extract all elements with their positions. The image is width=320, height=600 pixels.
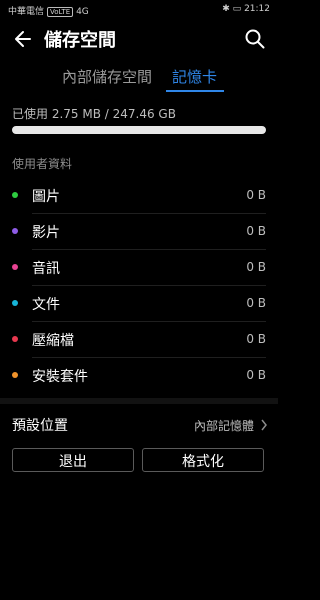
page-title: 儲存空間 — [44, 30, 116, 51]
category-label: 壓縮檔 — [32, 333, 74, 349]
status-right: ✱ ▭ 21:12 — [222, 4, 270, 14]
category-label: 安裝套件 — [32, 369, 88, 385]
category-size: 0 B — [246, 224, 266, 238]
category-dot — [12, 336, 18, 342]
chevron-right-icon — [261, 419, 267, 431]
category-row-archives[interactable]: 壓縮檔 0 B — [0, 322, 278, 358]
storage-tabs: 內部儲存空間 記憶卡 — [0, 62, 278, 92]
format-button[interactable]: 格式化 — [142, 448, 264, 472]
category-label: 文件 — [32, 297, 60, 313]
category-size: 0 B — [246, 368, 266, 382]
category-dot — [12, 372, 18, 378]
status-bar: 中華電信 VoLTE 4G ✱ ▭ 21:12 — [0, 0, 278, 20]
battery-icon: ▭ — [232, 4, 242, 14]
storage-usage-text: 已使用 2.75 MB / 247.46 GB — [12, 107, 176, 121]
category-size: 0 B — [246, 260, 266, 274]
default-location-value: 內部記憶體 — [193, 419, 254, 433]
category-dot — [12, 264, 18, 270]
volte-badge: VoLTE — [47, 7, 74, 17]
eject-button[interactable]: 退出 — [12, 448, 134, 472]
category-dot — [12, 192, 18, 198]
tab-memory-card[interactable]: 記憶卡 — [172, 66, 217, 87]
status-time: 21:12 — [244, 4, 270, 14]
category-row-documents[interactable]: 文件 0 B — [0, 286, 278, 322]
carrier-name: 中華電信 — [8, 7, 45, 17]
active-tab-indicator — [166, 90, 224, 92]
category-row-videos[interactable]: 影片 0 B — [0, 214, 278, 250]
category-row-packages[interactable]: 安裝套件 0 B — [0, 358, 278, 394]
arrow-left-icon[interactable] — [12, 28, 34, 50]
section-title: 使用者資料 — [12, 157, 73, 171]
status-left: 中華電信 VoLTE 4G — [8, 4, 89, 17]
category-label: 音訊 — [32, 261, 60, 277]
network-type: 4G — [76, 7, 89, 17]
default-location-label: 預設位置 — [12, 418, 68, 434]
category-dot — [12, 228, 18, 234]
category-size: 0 B — [246, 188, 266, 202]
category-label: 影片 — [32, 225, 60, 241]
tab-internal-storage[interactable]: 內部儲存空間 — [62, 66, 152, 87]
category-size: 0 B — [246, 332, 266, 346]
category-row-audio[interactable]: 音訊 0 B — [0, 250, 278, 286]
category-label: 圖片 — [32, 189, 60, 205]
search-icon[interactable] — [244, 28, 266, 50]
category-size: 0 B — [246, 296, 266, 310]
category-dot — [12, 300, 18, 306]
toolbar: 儲存空間 — [0, 20, 278, 58]
default-location-setting[interactable]: 預設位置 內部記憶體 — [0, 410, 278, 440]
category-row-images[interactable]: 圖片 0 B — [0, 178, 278, 214]
bluetooth-icon: ✱ — [222, 4, 230, 14]
storage-usage-bar — [12, 126, 266, 134]
section-divider — [0, 398, 278, 404]
